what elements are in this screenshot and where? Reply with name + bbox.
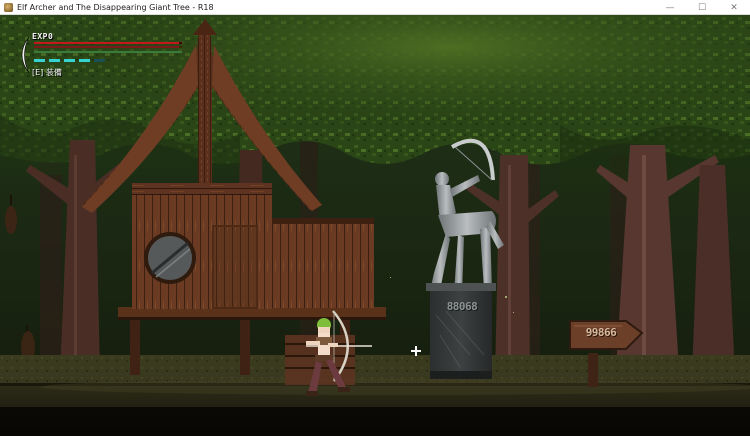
crescent-moon-icon xyxy=(21,36,30,74)
arrow-pip xyxy=(49,59,60,62)
arrow-pip xyxy=(79,59,90,62)
arrow-pip xyxy=(64,59,75,62)
player-hud: EXP0 [E] 装備 xyxy=(14,32,184,94)
window-controls: — ☐ ✕ xyxy=(654,0,750,15)
signpost-label: 99866 xyxy=(585,326,617,339)
game-window: Elf Archer and The Disappearing Giant Tr… xyxy=(0,0,750,436)
stamina-bar xyxy=(34,51,182,53)
sp-bar-fill xyxy=(34,46,179,48)
app-icon xyxy=(4,2,13,12)
maximize-button[interactable]: ☐ xyxy=(686,0,718,15)
close-button[interactable]: ✕ xyxy=(718,0,750,15)
arrow-pips xyxy=(34,59,105,62)
minimize-button[interactable]: — xyxy=(654,0,686,15)
title-bar: Elf Archer and The Disappearing Giant Tr… xyxy=(0,0,750,15)
hp-bar-fill xyxy=(34,42,179,44)
statue-plinth-label: 88068 xyxy=(446,300,478,313)
equip-hint: [E] 装備 xyxy=(32,68,62,77)
exp-label: EXP0 xyxy=(32,32,54,41)
window-title: Elf Archer and The Disappearing Giant Tr… xyxy=(17,2,214,12)
foreground-shadow xyxy=(0,407,750,436)
game-viewport[interactable]: 88068 99866 EXP0 [E] 装備 xyxy=(0,15,750,436)
arrow-pip xyxy=(34,59,45,62)
arrow-pip xyxy=(94,59,105,62)
